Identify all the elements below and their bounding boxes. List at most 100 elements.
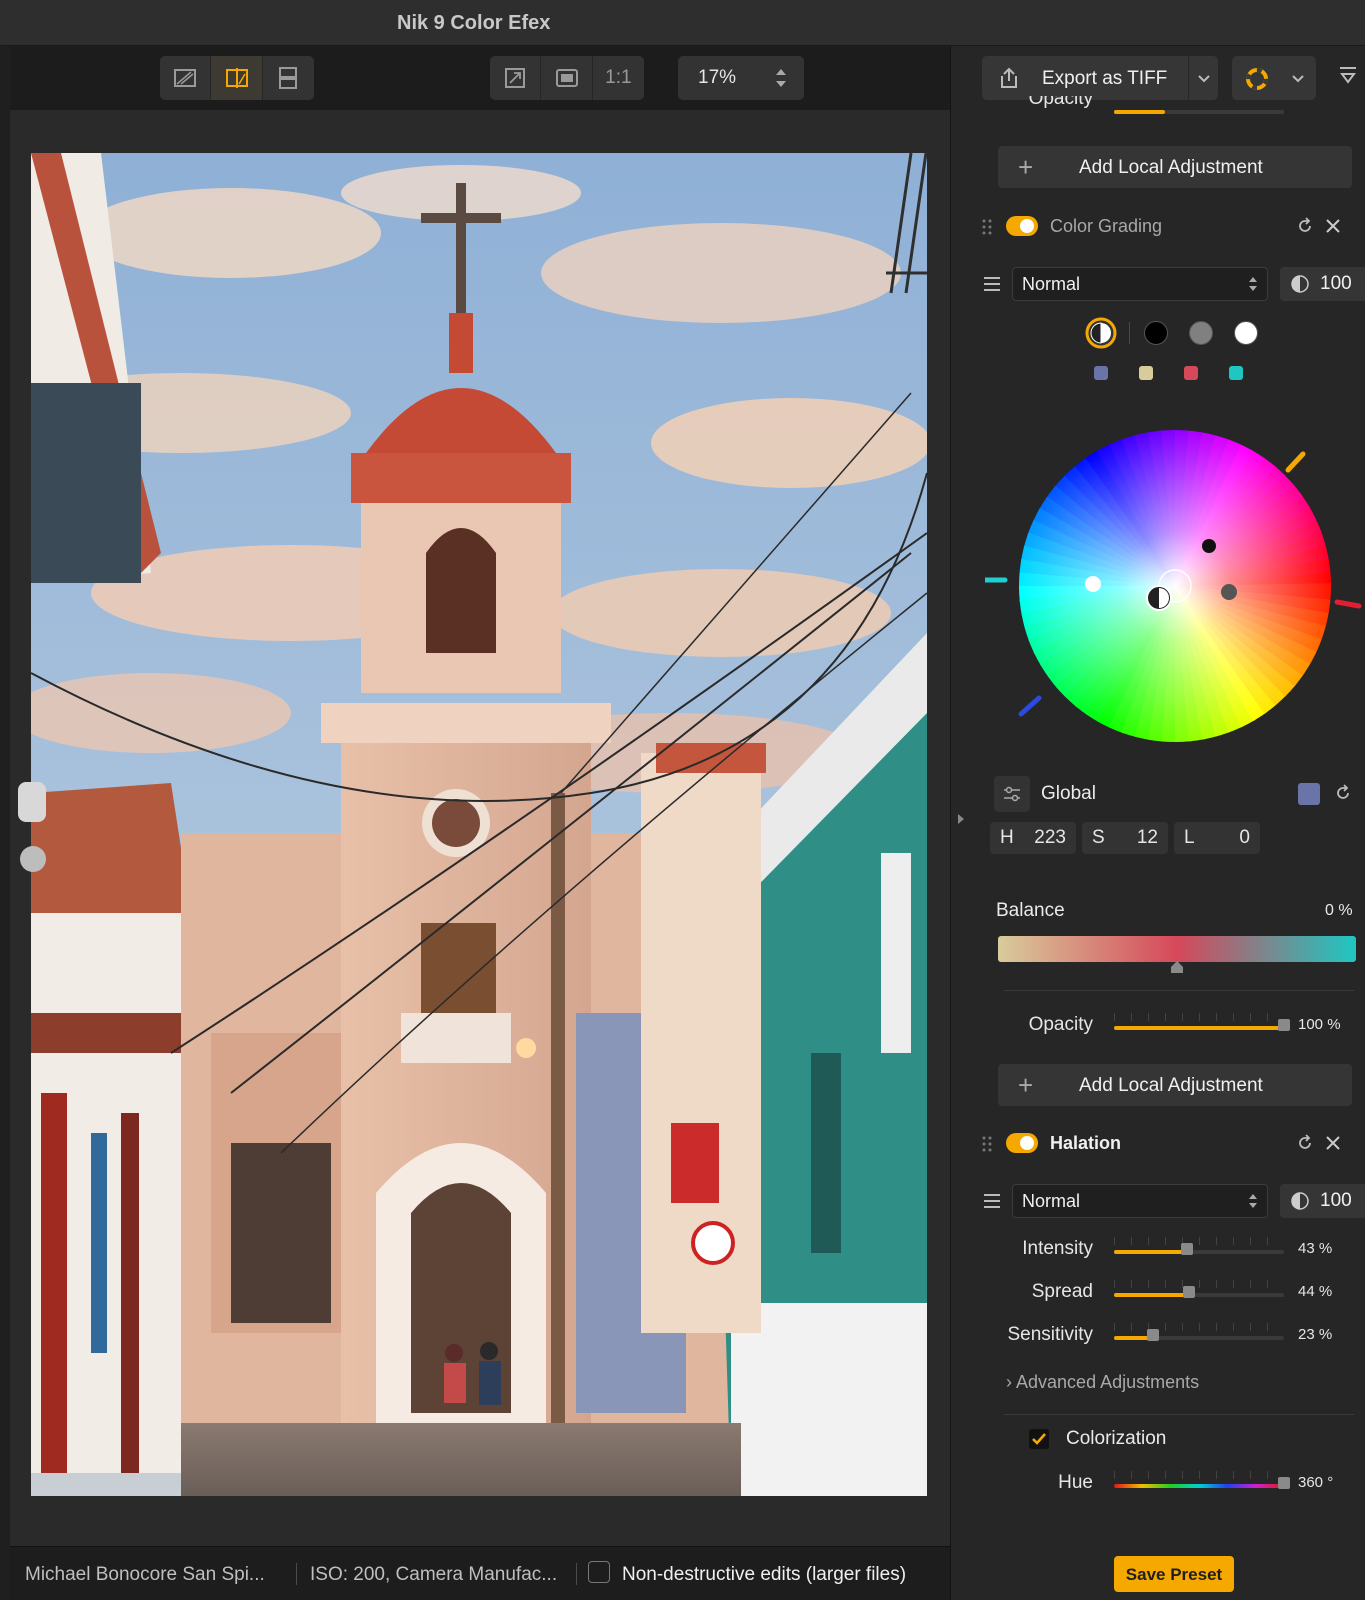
advanced-adjustments-toggle[interactable]: › Advanced Adjustments [1006, 1372, 1199, 1393]
blend-mode-value: Normal [1022, 274, 1081, 294]
slider-label: Sensitivity [1007, 1324, 1093, 1345]
balance-knob[interactable] [1170, 960, 1184, 974]
share-icon [1001, 67, 1017, 88]
side-by-side-button[interactable] [263, 56, 314, 100]
drag-grip-icon[interactable] [982, 1136, 992, 1152]
blend-mode-select[interactable]: Normal [1012, 1184, 1268, 1218]
halation-slider-intensity[interactable]: Intensity 43 % [978, 1236, 1365, 1266]
slider-knob[interactable] [1181, 1243, 1194, 1255]
menu-icon[interactable] [982, 1192, 1002, 1210]
menu-icon[interactable] [982, 275, 1002, 293]
panel-drag-handle[interactable] [18, 782, 46, 822]
close-icon[interactable] [1324, 217, 1342, 235]
blend-opacity-value: 100 [1320, 273, 1352, 294]
opacity-icon [1291, 1192, 1309, 1210]
hue-key: H [1000, 827, 1014, 848]
saturation-field[interactable]: S 12 [1082, 822, 1168, 854]
slider-track[interactable] [1114, 1329, 1284, 1341]
colorization-checkbox[interactable] [1029, 1429, 1049, 1449]
add-local-adjustment-button[interactable]: + Add Local Adjustment [998, 1064, 1352, 1106]
selected-color-swatch[interactable] [1298, 783, 1320, 805]
previous-opacity-track[interactable] [1114, 110, 1284, 114]
status-divider [576, 1563, 577, 1585]
hue-track[interactable] [1114, 1477, 1290, 1489]
region-swatch[interactable] [1144, 321, 1168, 345]
region-swatch[interactable] [1189, 321, 1213, 345]
hue-field[interactable]: H 223 [990, 822, 1076, 854]
slider-track[interactable] [1114, 1243, 1284, 1255]
add-local-label: Add Local Adjustment [1079, 157, 1263, 178]
blend-opacity-field[interactable]: 100 [1280, 267, 1365, 301]
halation-blend-row: Normal 100 [978, 1184, 1365, 1220]
opacity-label: Opacity [1028, 1014, 1093, 1035]
window-title: Nik 9 Color Efex [397, 12, 551, 34]
drag-grip-icon[interactable] [982, 219, 992, 235]
chevron-right-icon: › [1006, 1372, 1012, 1392]
collapse-panel-icon[interactable] [956, 812, 966, 826]
chevron-down-icon [1292, 75, 1304, 83]
color-swatch[interactable] [1184, 366, 1198, 380]
zoom-select[interactable]: 17% [678, 56, 804, 100]
color-wheel[interactable] [985, 422, 1365, 752]
advanced-adjustments-label: Advanced Adjustments [1016, 1372, 1200, 1392]
reset-icon[interactable] [1296, 1134, 1314, 1152]
stepper-arrows-icon [1249, 1194, 1257, 1208]
reset-icon[interactable] [1334, 784, 1352, 802]
region-swatch[interactable] [1234, 321, 1258, 345]
blend-mode-select[interactable]: Normal [1012, 267, 1268, 301]
halation-slider-sensitivity[interactable]: Sensitivity 23 % [978, 1322, 1365, 1352]
halation-slider-spread[interactable]: Spread 44 % [978, 1279, 1365, 1309]
blend-opacity-value: 100 [1320, 1190, 1352, 1211]
fill-screen-button[interactable] [541, 56, 593, 100]
slider-track[interactable] [1114, 1019, 1290, 1031]
halation-header: Halation [978, 1120, 1365, 1168]
halation-toggle[interactable] [1006, 1133, 1038, 1153]
stacked-view-icon [279, 67, 298, 89]
global-contrast-icon[interactable] [1084, 316, 1118, 350]
reset-icon[interactable] [1296, 217, 1314, 235]
color-swatch[interactable] [1229, 366, 1243, 380]
color-swatch[interactable] [1094, 366, 1108, 380]
actual-size-button[interactable]: 1:1 [593, 56, 644, 100]
blend-opacity-field[interactable]: 100 [1280, 1184, 1365, 1218]
close-icon[interactable] [1324, 1134, 1342, 1152]
status-bar: Michael Bonocore San Spi... ISO: 200, Ca… [10, 1546, 950, 1600]
save-preset-button[interactable]: Save Preset [1114, 1556, 1234, 1592]
blend-mode-value: Normal [1022, 1191, 1081, 1211]
expand-icon [505, 68, 526, 88]
slider-knob[interactable] [1278, 1019, 1290, 1031]
nondestructive-checkbox[interactable] [588, 1561, 610, 1583]
split-view-button[interactable] [211, 56, 263, 100]
slider-fill [1114, 1293, 1189, 1297]
add-local-adjustment-button[interactable]: + Add Local Adjustment [998, 146, 1352, 188]
export-divider [1188, 56, 1189, 100]
single-view-icon [174, 69, 197, 87]
slider-knob[interactable] [1278, 1477, 1290, 1489]
color-swatch[interactable] [1139, 366, 1153, 380]
balance-value: 0 % [1325, 902, 1353, 919]
slider-track[interactable] [1114, 1286, 1284, 1298]
saturation-key: S [1092, 827, 1105, 848]
single-view-button[interactable] [160, 56, 212, 100]
slider-knob[interactable] [1182, 1286, 1195, 1298]
color-grading-toggle[interactable] [1006, 216, 1038, 236]
slider-knob[interactable] [1147, 1329, 1160, 1341]
preview-photo [31, 153, 927, 1496]
adjust-mode-button[interactable] [994, 776, 1030, 812]
hue-slider[interactable]: Hue 360 ° [978, 1470, 1365, 1500]
color-grading-opacity-slider[interactable]: Opacity 100 % [978, 1012, 1365, 1042]
slider-label: Spread [1031, 1281, 1093, 1302]
filter-menu-icon[interactable] [1338, 64, 1358, 88]
file-name: Michael Bonocore San Spi... [25, 1564, 265, 1585]
zoom-value: 17% [698, 67, 737, 88]
export-button[interactable]: Export as TIFF [982, 56, 1218, 100]
workflow-menu-button[interactable] [1232, 56, 1316, 100]
balance-gradient-slider[interactable] [998, 936, 1356, 962]
lightness-field[interactable]: L 0 [1174, 822, 1260, 854]
fit-screen-button[interactable] [490, 56, 542, 100]
balance-label: Balance [996, 900, 1065, 921]
status-divider [296, 1563, 297, 1585]
rotate-icon[interactable] [20, 846, 46, 872]
chevron-down-icon[interactable] [1196, 70, 1212, 86]
compare-mode-group [160, 56, 314, 100]
